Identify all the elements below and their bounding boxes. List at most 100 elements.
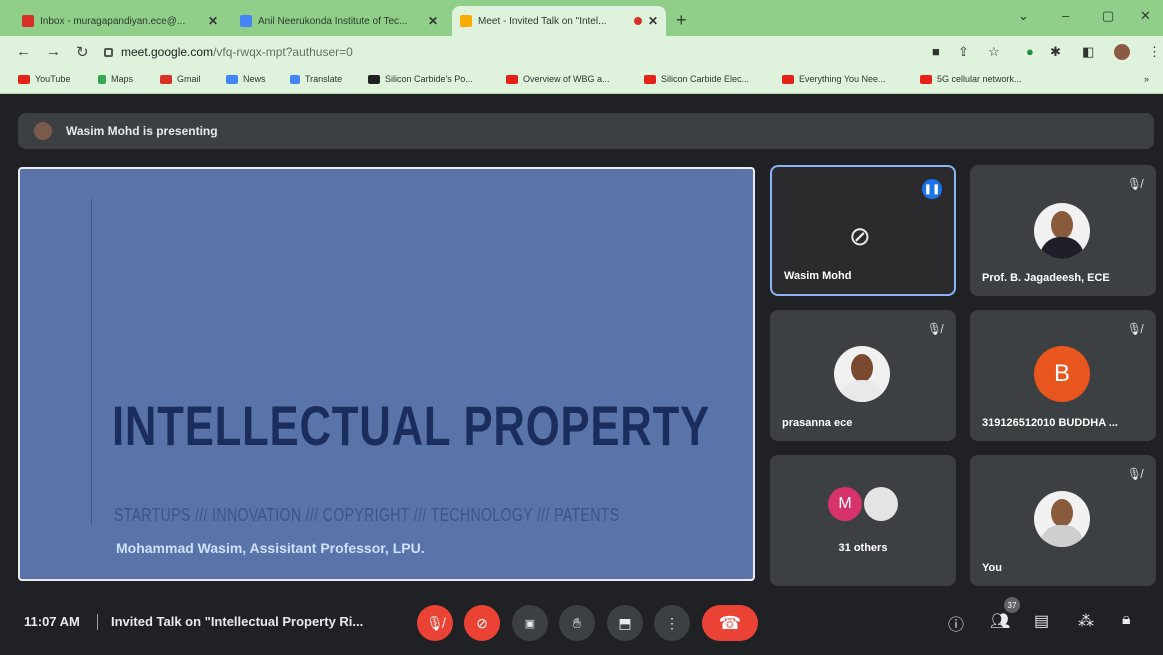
- participant-name: 319126512010 BUDDHA ...: [982, 417, 1118, 429]
- camera-in-use-icon[interactable]: ■: [932, 44, 940, 59]
- info-icon[interactable]: ⓘ: [948, 611, 964, 635]
- extensions-icon[interactable]: ✱: [1050, 44, 1061, 60]
- slide-subtitle: STARTUPS /// INNOVATION /// COPYRIGHT //…: [114, 505, 620, 525]
- bookmark-maps[interactable]: Maps: [98, 74, 133, 84]
- presenter-avatar: [34, 122, 52, 140]
- bookmark-label: Maps: [111, 74, 134, 84]
- participant-tile-wasim[interactable]: ❚❚ ⊘ Wasim Mohd: [770, 165, 956, 296]
- camera-toggle-button[interactable]: ⊘: [464, 605, 500, 641]
- divider: [97, 614, 98, 630]
- mic-toggle-button[interactable]: 🎙︎̸: [417, 605, 453, 641]
- presenting-banner: Wasim Mohd is presenting: [18, 113, 1154, 149]
- gmail-icon: [160, 74, 172, 84]
- lock-icon: [104, 47, 113, 57]
- side-panel-icon[interactable]: ◧: [1082, 44, 1094, 60]
- profile-avatar[interactable]: [1114, 44, 1130, 60]
- bookmark-silicon-carbide-elec[interactable]: Silicon Carbide Elec...: [644, 74, 749, 84]
- menu-icon[interactable]: ⋮: [1148, 44, 1161, 60]
- others-tile[interactable]: M 31 others: [770, 455, 956, 586]
- slide-author: Mohammad Wasim, Assisitant Professor, LP…: [116, 540, 425, 556]
- participant-photo: [834, 346, 890, 402]
- bookmarks-overflow-icon[interactable]: »: [1144, 74, 1149, 84]
- camera-off-icon: ⊘: [476, 614, 488, 631]
- maps-icon: [98, 74, 106, 84]
- participant-tile-buddha[interactable]: 🎙︎̸ B 319126512010 BUDDHA ...: [970, 310, 1156, 441]
- others-label: 31 others: [838, 542, 888, 554]
- close-icon[interactable]: ✕: [428, 14, 438, 28]
- leave-call-button[interactable]: ☎︎: [702, 605, 758, 641]
- minimize-button[interactable]: –: [1062, 8, 1069, 23]
- more-vert-icon: ⋮: [665, 614, 679, 631]
- extension-green-icon[interactable]: ●: [1026, 44, 1034, 59]
- tab-anits[interactable]: Anil Neerukonda Institute of Tec... ✕: [232, 6, 446, 36]
- share-icon[interactable]: ⇪: [958, 44, 969, 60]
- bookmark-everything-you-need[interactable]: Everything You Nee...: [782, 74, 886, 84]
- tab-title: Meet - Invited Talk on "Intel...: [478, 15, 607, 27]
- url-input[interactable]: meet.google.com /vfq-rwqx-mpt?authuser=0: [104, 40, 924, 64]
- speaking-indicator-icon: ❚❚: [922, 179, 942, 199]
- tab-title: Anil Neerukonda Institute of Tec...: [258, 15, 408, 27]
- camera-off-icon: ⊘: [849, 221, 871, 251]
- bookmark-youtube[interactable]: YouTube: [18, 74, 70, 84]
- bookmarks-bar: YouTube Maps Gmail News Translate Silico…: [0, 68, 1163, 94]
- tab-title: Inbox - muragapandiyan.ece@...: [40, 15, 186, 27]
- participant-name: You: [982, 562, 1002, 574]
- bookmark-silicon-carbide-po[interactable]: Silicon Carbide's Po...: [368, 74, 473, 84]
- youtube-icon: [920, 74, 932, 84]
- tab-gmail[interactable]: Inbox - muragapandiyan.ece@... ✕: [14, 6, 226, 36]
- clock: 11:07 AM: [24, 614, 80, 629]
- participant-tile-prasanna[interactable]: 🎙︎̸ prasanna ece: [770, 310, 956, 441]
- bookmark-label: Silicon Carbide Elec...: [661, 74, 750, 84]
- close-icon[interactable]: ✕: [648, 14, 658, 28]
- bookmark-gmail[interactable]: Gmail: [160, 74, 201, 84]
- youtube-icon: [18, 74, 30, 84]
- bookmark-news[interactable]: News: [226, 74, 266, 84]
- chevron-down-icon[interactable]: ⌄: [1018, 8, 1029, 24]
- host-controls-icon[interactable]: 🔒︎: [1122, 611, 1131, 629]
- captions-button[interactable]: ▣: [512, 605, 548, 641]
- slide-title: INTELLECTUAL PROPERTY: [112, 394, 711, 457]
- video-icon: [368, 74, 380, 84]
- captions-icon: ▣: [524, 617, 536, 630]
- bookmark-translate[interactable]: Translate: [290, 74, 342, 84]
- participant-tile-jagadeesh[interactable]: 🎙︎̸ Prof. B. Jagadeesh, ECE: [970, 165, 1156, 296]
- close-window-button[interactable]: ✕: [1140, 8, 1151, 24]
- bookmark-overview-wbg[interactable]: Overview of WBG a...: [506, 74, 610, 84]
- close-icon[interactable]: ✕: [208, 14, 218, 28]
- bookmark-label: YouTube: [35, 74, 71, 84]
- slide-decor-line: [91, 199, 92, 525]
- news-icon: [226, 74, 238, 84]
- tab-meet[interactable]: Meet - Invited Talk on "Intel... ✕: [452, 6, 666, 36]
- end-call-icon: ☎︎: [718, 612, 742, 633]
- youtube-icon: [506, 74, 518, 84]
- forward-icon[interactable]: →: [46, 43, 61, 60]
- reload-icon[interactable]: ↻: [76, 43, 89, 61]
- participant-tile-you[interactable]: 🎙︎̸ You: [970, 455, 1156, 586]
- present-screen-icon: ⬒: [618, 614, 632, 631]
- people-icon[interactable]: 👥︎: [990, 611, 1010, 631]
- chat-icon[interactable]: ▤: [1034, 611, 1049, 631]
- participant-photo: [1034, 203, 1090, 259]
- presenting-text: Wasim Mohd is presenting: [66, 124, 218, 138]
- mic-off-icon: 🎙︎̸: [426, 614, 444, 631]
- activities-icon[interactable]: ⁂: [1078, 611, 1094, 631]
- meeting-title: Invited Talk on "Intellectual Property R…: [111, 614, 364, 629]
- mic-off-icon: 🎙︎̸: [1126, 467, 1142, 481]
- bookmark-label: 5G cellular network...: [937, 74, 1022, 84]
- participant-photo: [1034, 491, 1090, 547]
- bookmark-label: Translate: [305, 74, 343, 84]
- mic-off-icon: 🎙︎̸: [926, 322, 942, 336]
- back-icon[interactable]: ←: [16, 43, 31, 60]
- bookmark-5g-cellular[interactable]: 5G cellular network...: [920, 74, 1022, 84]
- participant-photo: [864, 487, 898, 521]
- more-options-button[interactable]: ⋮: [654, 605, 690, 641]
- youtube-icon: [644, 74, 656, 84]
- star-icon[interactable]: ☆: [988, 44, 1000, 60]
- participant-name: prasanna ece: [782, 417, 853, 429]
- present-button[interactable]: ⬒: [607, 605, 643, 641]
- raise-hand-button[interactable]: ✋︎: [559, 605, 595, 641]
- gmail-icon: [22, 15, 34, 27]
- new-tab-button[interactable]: +: [676, 10, 687, 31]
- browser-tab-strip: Inbox - muragapandiyan.ece@... ✕ Anil Ne…: [0, 0, 1163, 36]
- maximize-button[interactable]: ▢: [1102, 8, 1114, 24]
